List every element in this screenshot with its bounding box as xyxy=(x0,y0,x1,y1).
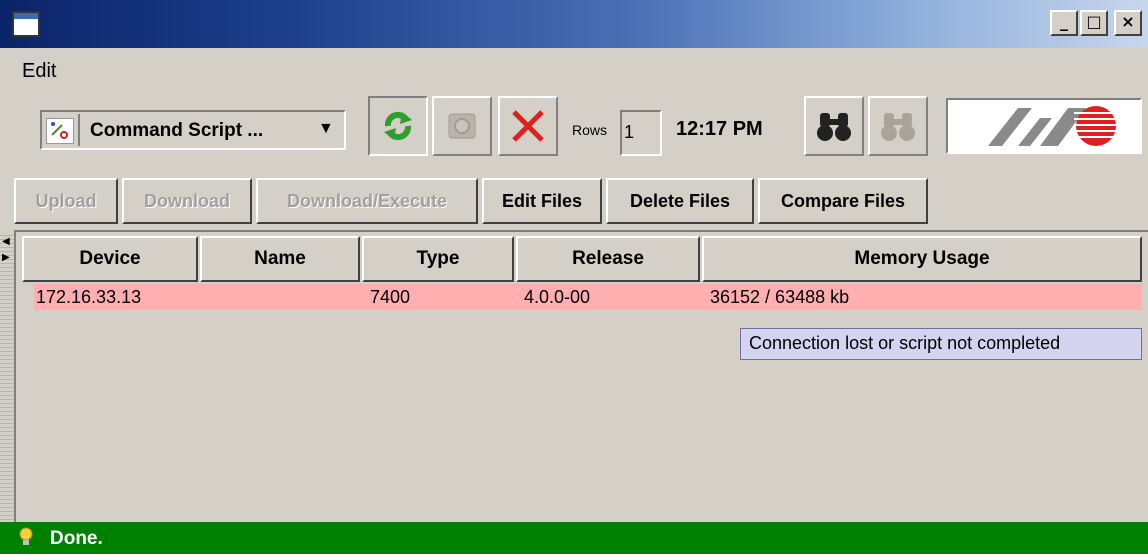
upload-button[interactable]: Upload xyxy=(14,178,118,224)
stop-x-icon xyxy=(512,110,544,142)
table-row[interactable]: 172.16.33.13 7400 4.0.0-00 36152 / 63488… xyxy=(34,284,1142,310)
refresh-button[interactable] xyxy=(368,96,428,156)
refresh-icon xyxy=(384,111,412,141)
delete-files-button[interactable]: Delete Files xyxy=(606,178,754,224)
window-icon[interactable] xyxy=(12,11,40,37)
column-header-name[interactable]: Name xyxy=(200,236,360,282)
combo-selected-value: Command Script ... xyxy=(90,120,264,141)
menu-bar: Edit xyxy=(0,48,1148,92)
expand-right-icon[interactable]: ▶ xyxy=(2,252,10,263)
clock: 12:17 PM xyxy=(676,118,763,140)
splitter-handle[interactable]: ◀ ▶ xyxy=(0,232,14,522)
cell-type: 7400 xyxy=(368,284,522,310)
download-execute-button[interactable]: Download/Execute xyxy=(256,178,478,224)
edit-files-button[interactable]: Edit Files xyxy=(482,178,602,224)
stop-button[interactable] xyxy=(498,96,558,156)
action-bar: Upload Download Download/Execute Edit Fi… xyxy=(0,172,1148,230)
binoculars-icon xyxy=(817,113,851,141)
status-bar: Done. xyxy=(0,522,1148,554)
binoculars-disabled-icon xyxy=(881,113,915,141)
cell-name xyxy=(206,284,368,310)
rows-input[interactable]: 1 xyxy=(620,110,662,156)
close-button[interactable]: × xyxy=(1114,10,1142,36)
camera-icon xyxy=(448,113,476,139)
cell-release: 4.0.0-00 xyxy=(522,284,708,310)
maximize-button[interactable]: □ xyxy=(1080,10,1108,36)
script-icon xyxy=(46,118,74,144)
column-header-release[interactable]: Release xyxy=(516,236,700,282)
cell-memory-usage: 36152 / 63488 kb xyxy=(710,287,850,307)
lightbulb-icon xyxy=(18,527,34,552)
camera-button[interactable] xyxy=(432,96,492,156)
collapse-left-icon[interactable]: ◀ xyxy=(2,236,10,247)
toolbar: Command Script ... ▼ Rows 1 12:17 PM xyxy=(0,92,1148,172)
column-header-memory-usage[interactable]: Memory Usage xyxy=(702,236,1142,282)
error-tooltip: Connection lost or script not completed xyxy=(740,328,1142,360)
window-controls: _ □ × xyxy=(1050,10,1142,36)
combo-separator xyxy=(78,114,80,146)
title-bar: _ □ × xyxy=(0,0,1148,48)
column-header-device[interactable]: Device xyxy=(22,236,198,282)
menu-edit[interactable]: Edit xyxy=(22,60,56,83)
find-button[interactable] xyxy=(804,96,864,156)
find-next-button[interactable] xyxy=(868,96,928,156)
cell-device: 172.16.33.13 xyxy=(34,284,206,310)
compare-files-button[interactable]: Compare Files xyxy=(758,178,928,224)
logo-red-circle xyxy=(1074,106,1118,146)
status-message: Done. xyxy=(50,528,103,549)
column-header-type[interactable]: Type xyxy=(362,236,514,282)
rows-label: Rows xyxy=(572,122,608,138)
download-button[interactable]: Download xyxy=(122,178,252,224)
script-mode-combo[interactable]: Command Script ... ▼ xyxy=(40,110,346,150)
minimize-button[interactable]: _ xyxy=(1050,10,1078,36)
company-logo xyxy=(946,98,1142,154)
chevron-down-icon: ▼ xyxy=(318,120,334,137)
